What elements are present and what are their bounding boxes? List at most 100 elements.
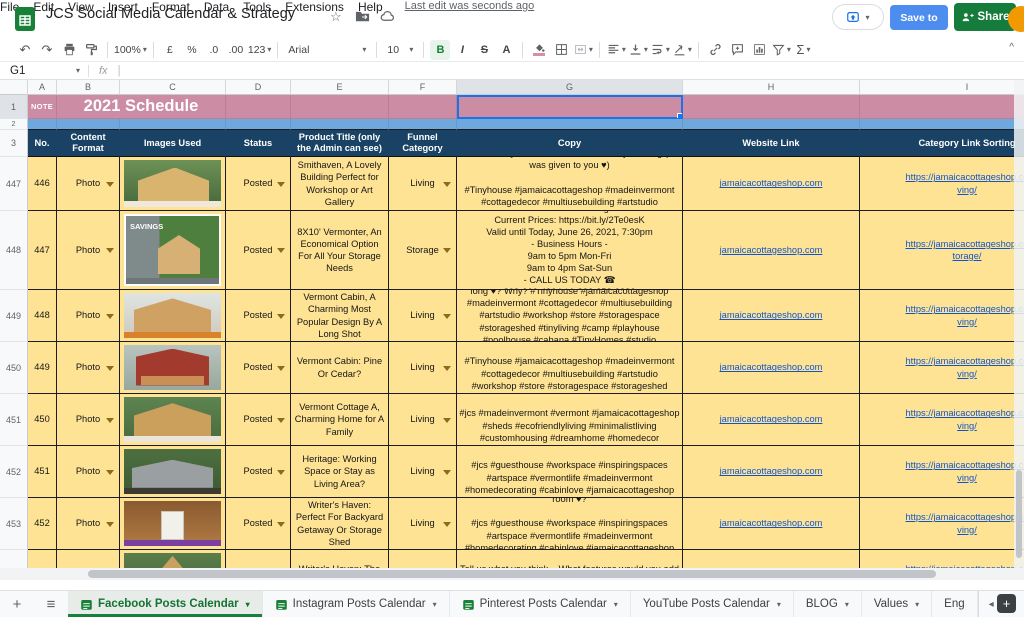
tab-clipped[interactable]: Eng xyxy=(932,591,977,617)
dropdown-icon[interactable] xyxy=(277,418,285,423)
dropdown-icon[interactable] xyxy=(443,366,451,371)
status-cell[interactable]: Posted xyxy=(226,211,291,290)
row-header[interactable]: 450 xyxy=(0,342,28,394)
header-status[interactable]: Status xyxy=(226,130,291,157)
col-header-a[interactable]: A xyxy=(28,80,57,95)
category-link-cell[interactable]: https://jamaicacottageshop.coving/ xyxy=(860,157,1024,211)
strikethrough-button[interactable]: S xyxy=(474,40,494,60)
image-cell[interactable] xyxy=(120,446,226,498)
funnel-cell[interactable]: Living xyxy=(389,157,457,211)
website-link-cell[interactable]: jamaicacottageshop.com xyxy=(683,342,860,394)
row-header-1[interactable]: 1 xyxy=(0,95,28,119)
dropdown-icon[interactable] xyxy=(106,248,114,253)
format-cell[interactable]: Photo xyxy=(57,157,120,211)
save-to-button[interactable]: Save to xyxy=(890,5,948,30)
no-cell[interactable]: 451 xyxy=(28,446,57,498)
col-header-b[interactable]: B xyxy=(57,80,120,95)
website-link-cell[interactable]: jamaicacottageshop.com xyxy=(683,394,860,446)
copy-cell[interactable]: Tell us what you would do with this love… xyxy=(457,157,683,211)
status-cell[interactable]: Posted xyxy=(226,342,291,394)
more-formats-button[interactable]: 123▾ xyxy=(248,40,272,60)
percent-format-button[interactable]: % xyxy=(182,40,202,60)
font-select[interactable]: Arial▾ xyxy=(284,40,370,60)
category-link[interactable]: ving/ xyxy=(957,472,977,484)
copy-cell[interactable]: Tell us what you think... What features … xyxy=(457,550,683,568)
website-link[interactable]: jamaicacottageshop.com xyxy=(720,309,823,321)
category-link-cell[interactable]: https://jamaicacottageshop.coving/ xyxy=(860,290,1024,342)
no-cell[interactable]: 453 xyxy=(28,550,57,568)
category-link[interactable]: https://jamaicacottageshop.co xyxy=(906,355,1024,367)
funnel-cell[interactable]: Living xyxy=(389,446,457,498)
cell-d1[interactable] xyxy=(226,95,291,119)
cell-c2[interactable] xyxy=(120,119,226,130)
no-cell[interactable]: 450 xyxy=(28,394,57,446)
dropdown-icon[interactable] xyxy=(277,248,285,253)
tab-blog[interactable]: BLOG ▾ xyxy=(794,591,862,617)
cell-b2[interactable] xyxy=(57,119,120,130)
all-sheets-button[interactable]: ≡ xyxy=(34,591,68,617)
row-header[interactable]: 451 xyxy=(0,394,28,446)
category-link[interactable]: ving/ xyxy=(957,184,977,196)
name-box[interactable]: G1 ▾ xyxy=(0,65,88,77)
dropdown-icon[interactable] xyxy=(443,314,451,319)
dropdown-icon[interactable] xyxy=(443,418,451,423)
row-header[interactable]: 454 xyxy=(0,550,28,568)
website-link[interactable]: jamaicacottageshop.com xyxy=(720,465,823,477)
col-header-i[interactable]: I xyxy=(860,80,1024,95)
add-sheet-button[interactable]: + xyxy=(0,591,34,617)
header-copy[interactable]: Copy xyxy=(457,130,683,157)
cell-i2[interactable] xyxy=(860,119,1024,130)
title-cell[interactable]: Vermont Cabin: Pine Or Cedar? xyxy=(291,342,389,394)
funnel-cell[interactable]: Living xyxy=(389,290,457,342)
format-cell[interactable]: Photo xyxy=(57,446,120,498)
hide-toolbar-button[interactable]: ^ xyxy=(1009,42,1014,53)
dropdown-icon[interactable] xyxy=(277,314,285,319)
format-cell[interactable]: Photo xyxy=(57,550,120,568)
paint-format-button[interactable] xyxy=(81,40,101,60)
print-button[interactable] xyxy=(59,40,79,60)
dropdown-icon[interactable] xyxy=(106,366,114,371)
row-header[interactable]: 453 xyxy=(0,498,28,550)
dropdown-icon[interactable] xyxy=(277,522,285,527)
dropdown-icon[interactable] xyxy=(277,366,285,371)
category-link-cell[interactable]: https://jamaicacottageshop.cotorage/ xyxy=(860,211,1024,290)
row-header-3[interactable]: 3 xyxy=(0,130,28,157)
status-cell[interactable]: Posted xyxy=(226,498,291,550)
website-link[interactable]: jamaicacottageshop.com xyxy=(720,177,823,189)
increase-decimals-button[interactable]: .00 xyxy=(226,40,246,60)
col-header-e[interactable]: E xyxy=(291,80,389,95)
star-icon[interactable]: ☆ xyxy=(330,9,345,24)
website-link-cell[interactable]: jamaicacottageshop.com xyxy=(683,211,860,290)
vertical-scrollbar-thumb[interactable] xyxy=(1016,470,1022,558)
insert-link-button[interactable] xyxy=(705,40,725,60)
website-link-cell[interactable]: jamaicacottageshop.com xyxy=(683,290,860,342)
tab-values[interactable]: Values ▾ xyxy=(862,591,932,617)
dropdown-icon[interactable] xyxy=(277,470,285,475)
dropdown-icon[interactable] xyxy=(443,522,451,527)
copy-cell[interactable]: Tell us what you think... Pine or Cedar … xyxy=(457,342,683,394)
no-cell[interactable]: 452 xyxy=(28,498,57,550)
no-cell[interactable]: 448 xyxy=(28,290,57,342)
format-cell[interactable]: Photo xyxy=(57,394,120,446)
note-cell[interactable]: NOTE xyxy=(28,95,57,119)
col-header-d[interactable]: D xyxy=(226,80,291,95)
no-cell[interactable]: 449 xyxy=(28,342,57,394)
document-title[interactable]: JCS Social Media Calendar & Strategy xyxy=(46,6,295,22)
last-edit-link[interactable]: Last edit was seconds ago xyxy=(405,0,535,14)
side-panel-button[interactable]: + xyxy=(997,594,1016,613)
status-cell[interactable]: Posted xyxy=(226,394,291,446)
category-link[interactable]: https://jamaicacottageshop.co xyxy=(906,171,1024,183)
copy-cell[interactable]: Tell us what you think... Would you live… xyxy=(457,290,683,342)
status-cell[interactable]: Posted xyxy=(226,157,291,211)
funnel-cell[interactable]: Living xyxy=(389,498,457,550)
website-link[interactable]: jamaicacottageshop.com xyxy=(720,413,823,425)
bold-button[interactable]: B xyxy=(430,40,450,60)
functions-button[interactable]: Σ▾ xyxy=(793,40,813,60)
header-website-link[interactable]: Website Link xyxy=(683,130,860,157)
title-cell[interactable]: Vermont Cottage A, Charming Home for A F… xyxy=(291,394,389,446)
category-link-cell[interactable]: https://jamaicacottageshop.coving/ xyxy=(860,446,1024,498)
italic-button[interactable]: I xyxy=(452,40,472,60)
col-header-h[interactable]: H xyxy=(683,80,860,95)
tab-scroll-left-icon[interactable]: ◂ xyxy=(989,599,994,610)
website-link-cell[interactable]: jamaicacottageshop.com xyxy=(683,446,860,498)
